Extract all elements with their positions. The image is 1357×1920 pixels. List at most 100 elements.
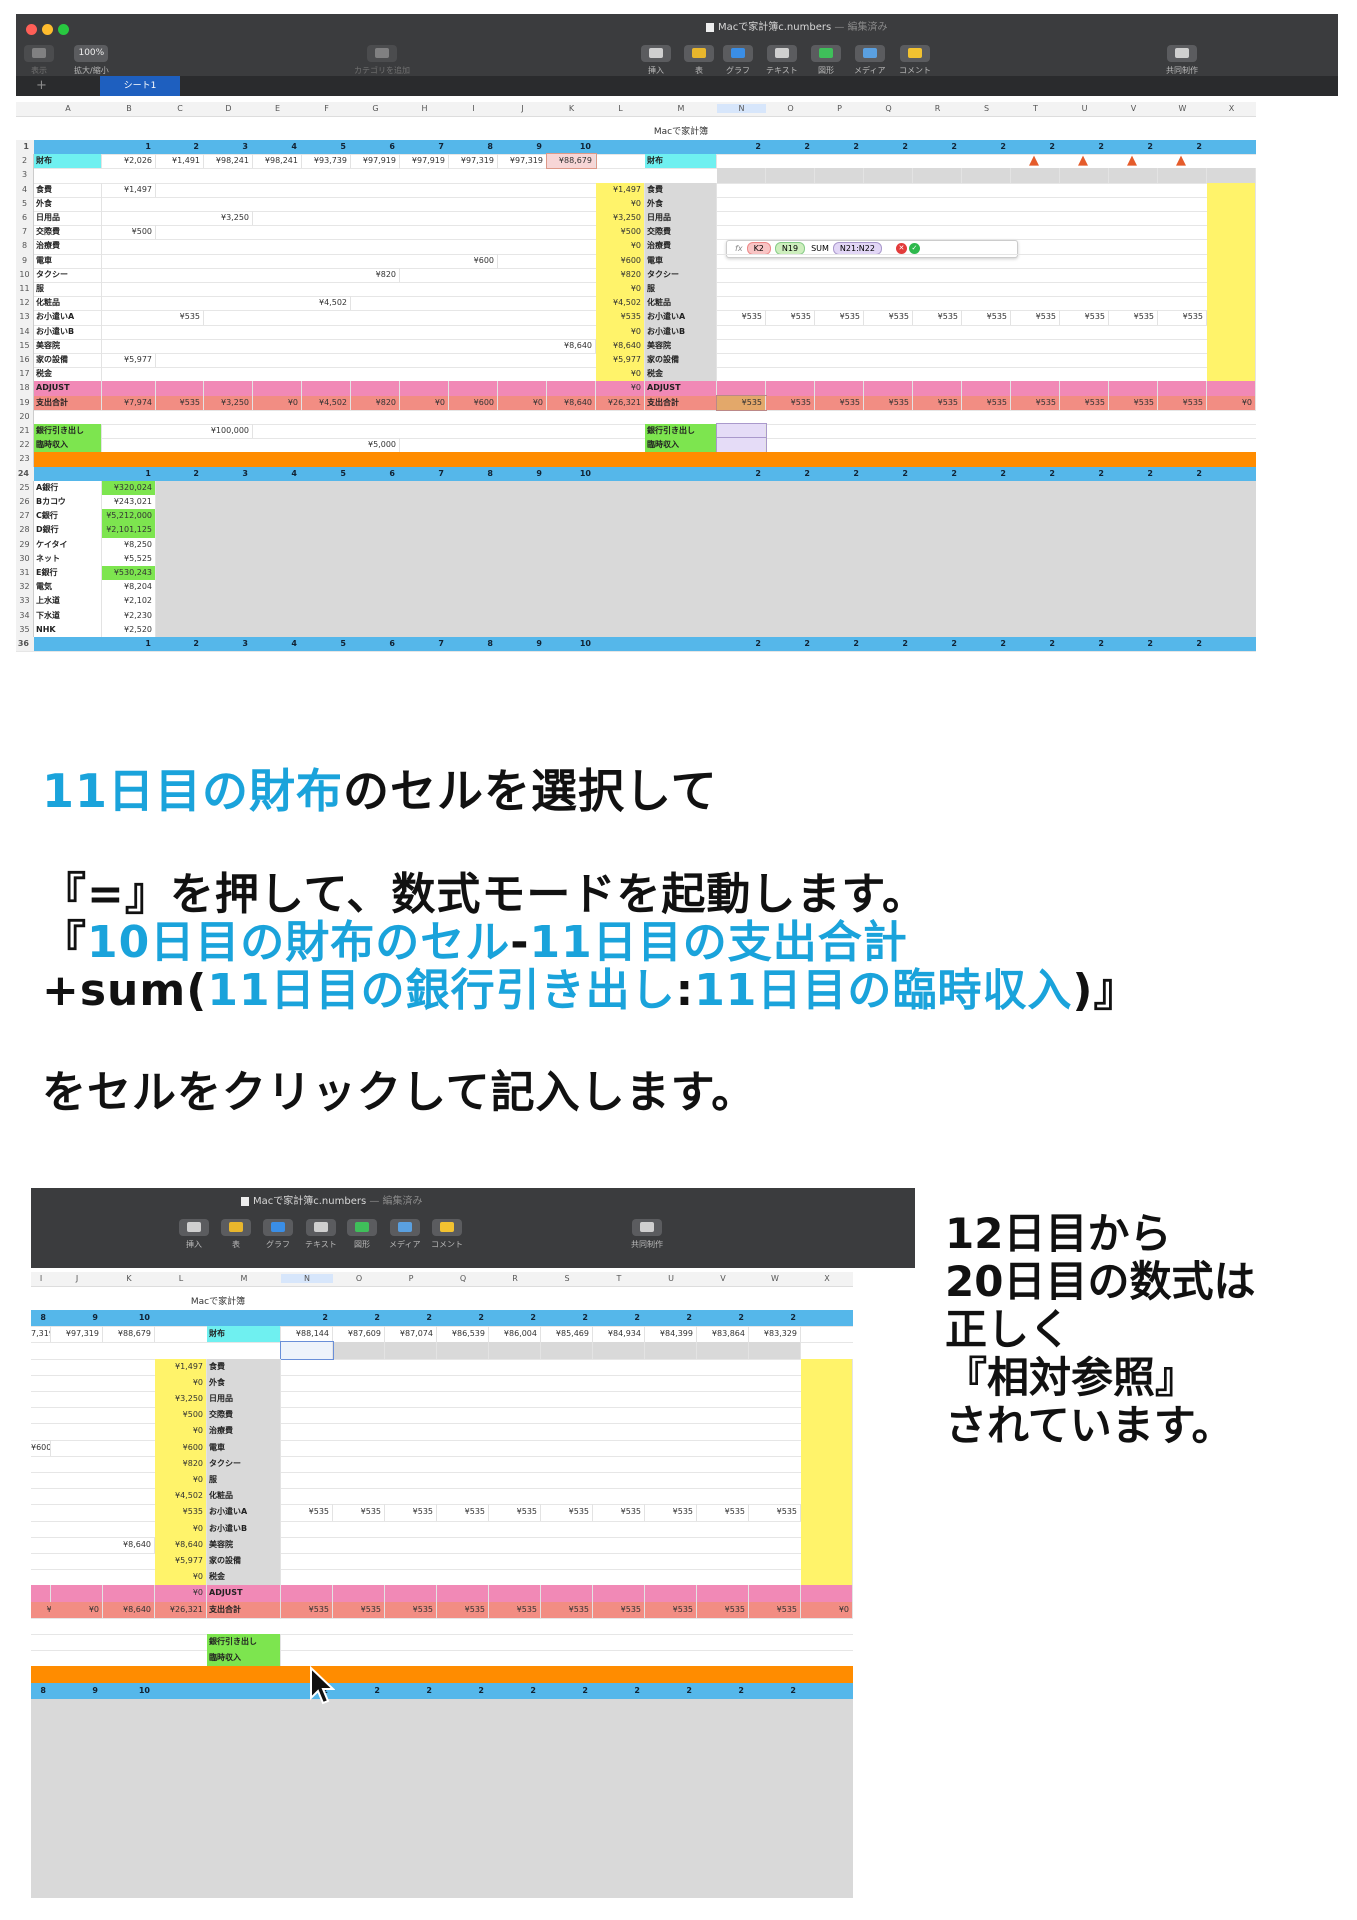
expense-value[interactable]: ¥535 [593,1504,645,1521]
column-header-Q[interactable]: Q [437,1274,489,1283]
toolbar-comment-button[interactable]: コメント [899,40,931,76]
column-header-H[interactable]: H [400,104,449,113]
expense-value[interactable]: ¥535 [156,310,204,325]
column-header-B[interactable]: B [102,104,156,113]
toolbar-collaborate-button[interactable]: 共同制作 [631,1214,663,1250]
expense-value[interactable]: ¥535 [717,310,766,325]
total-value[interactable]: ¥535 [815,395,864,410]
total-value[interactable]: ¥535 [962,395,1011,410]
account-value[interactable]: ¥2,101,125 [102,523,156,538]
total-value[interactable]: ¥535 [864,395,913,410]
toolbar-chart-button[interactable]: グラフ [263,1214,293,1250]
account-value[interactable]: ¥2,520 [102,622,156,637]
toolbar-media-button[interactable]: メディア [854,40,885,76]
column-header-P[interactable]: P [385,1274,437,1283]
toolbar-button-face[interactable] [305,1219,336,1236]
toolbar-button-face[interactable] [179,1219,209,1236]
toolbar-button-face[interactable] [900,45,930,62]
expense-value[interactable]: ¥535 [281,1504,333,1521]
column-header-I[interactable]: I [449,104,498,113]
add-sheet-button[interactable]: + [36,78,47,93]
wallet-value[interactable]: ¥97,919 [400,154,449,169]
column-header-S[interactable]: S [541,1274,593,1283]
expense-value[interactable]: ¥8,640 [547,338,596,353]
toolbar-shape-button[interactable]: 図形 [347,1214,377,1250]
toolbar-text-button[interactable]: テキスト [766,40,798,76]
column-header-K[interactable]: K [547,104,596,113]
toolbar-button-face[interactable]: 100% [74,45,109,62]
wallet-value[interactable]: ¥97,319 [498,154,547,169]
toolbar-button-face[interactable] [641,45,671,62]
total-value[interactable]: ¥535 [1060,395,1109,410]
expense-value[interactable]: ¥535 [437,1504,489,1521]
toolbar-button-face[interactable] [1167,45,1197,62]
wallet-value[interactable]: ¥88,144 [281,1326,333,1343]
column-header-J[interactable]: J [51,1274,103,1283]
account-value[interactable]: ¥8,204 [102,580,156,595]
total-value[interactable]: ¥535 [766,395,815,410]
wallet-value[interactable]: ¥97,319 [449,154,498,169]
column-header-G[interactable]: G [351,104,400,113]
expense-value[interactable]: ¥600 [449,253,498,268]
toolbar-button-face[interactable] [632,1219,662,1236]
wallet-value[interactable]: ¥84,399 [645,1326,697,1343]
wallet-value[interactable]: ¥2,026 [102,154,156,169]
expense-value[interactable]: ¥4,502 [302,296,351,311]
toolbar-button-face[interactable] [221,1219,251,1236]
column-header-T[interactable]: T [1011,104,1060,113]
toolbar-insert-button[interactable]: 挿入 [641,40,671,76]
wallet-value[interactable]: ¥87,609 [333,1326,385,1343]
column-header-E[interactable]: E [253,104,302,113]
column-header-K[interactable]: K [103,1274,155,1283]
column-header-T[interactable]: T [593,1274,645,1283]
wallet-value[interactable]: ¥83,329 [749,1326,801,1343]
toolbar-comment-button[interactable]: コメント [431,1214,463,1250]
total-value[interactable]: ¥535 [1109,395,1158,410]
column-header-N[interactable]: N [281,1274,333,1283]
expense-value[interactable]: ¥535 [1158,310,1207,325]
toolbar-media-button[interactable]: メディア [389,1214,420,1250]
column-header-C[interactable]: C [156,104,204,113]
column-header-O[interactable]: O [333,1274,385,1283]
column-header-U[interactable]: U [645,1274,697,1283]
toolbar-table-button[interactable]: 表 [684,40,714,76]
expense-value[interactable]: ¥535 [385,1504,437,1521]
wallet-value[interactable]: ¥93,739 [302,154,351,169]
selected-cell[interactable] [280,1341,334,1360]
account-value[interactable]: ¥5,212,000 [102,509,156,524]
total-value[interactable]: ¥535 [1011,395,1060,410]
account-value[interactable]: ¥8,250 [102,537,156,552]
expense-value[interactable]: ¥5,977 [102,353,156,368]
wallet-value[interactable]: ¥85,469 [541,1326,593,1343]
column-header-V[interactable]: V [697,1274,749,1283]
column-header-U[interactable]: U [1060,104,1109,113]
expense-value[interactable]: ¥535 [815,310,864,325]
column-header-W[interactable]: W [1158,104,1207,113]
column-header-A[interactable]: A [34,104,102,113]
wallet-value[interactable]: ¥84,934 [593,1326,645,1343]
column-header-R[interactable]: R [913,104,962,113]
wallet-value[interactable]: ¥1,491 [156,154,204,169]
selected-range-cell[interactable] [716,437,767,454]
account-value[interactable]: ¥2,102 [102,594,156,609]
expense-value[interactable]: ¥535 [864,310,913,325]
expense-value[interactable]: ¥535 [1011,310,1060,325]
column-header-D[interactable]: D [204,104,253,113]
toolbar-view-button[interactable]: 表示 [24,40,54,76]
toolbar-button-face[interactable] [432,1219,462,1236]
toolbar-button-face[interactable] [723,45,753,62]
total-value[interactable]: ¥535 [1158,395,1207,410]
selected-range-cell[interactable] [716,422,767,440]
column-header-O[interactable]: O [766,104,815,113]
expense-value[interactable]: ¥535 [1060,310,1109,325]
column-header-F[interactable]: F [302,104,351,113]
toolbar-shape-button[interactable]: 図形 [811,40,841,76]
minimize-window-icon[interactable] [42,24,53,35]
toolbar-button-face[interactable] [684,45,714,62]
column-header-N[interactable]: N [717,104,766,113]
toolbar-button-face[interactable] [389,1219,420,1236]
account-value[interactable]: ¥2,230 [102,608,156,623]
account-value[interactable]: ¥530,243 [102,566,156,581]
expense-value[interactable]: ¥535 [749,1504,801,1521]
toolbar-button-face[interactable] [367,45,397,62]
